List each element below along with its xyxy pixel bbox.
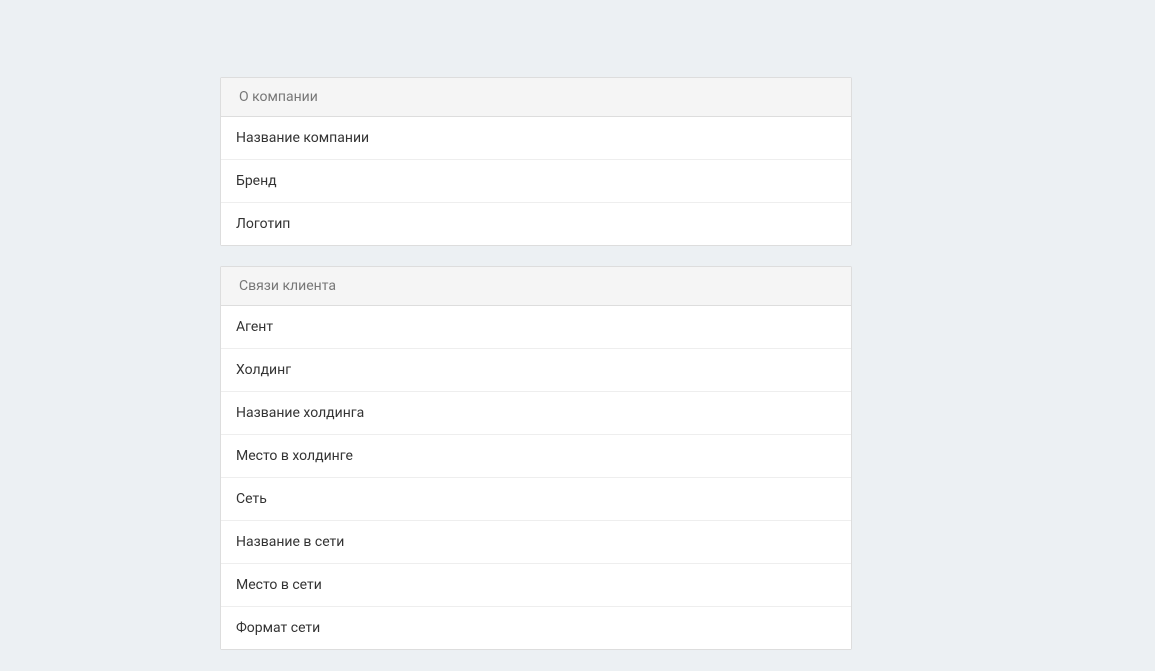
panel-body-about-company: Название компании Бренд Логотип (221, 117, 851, 245)
list-item[interactable]: Агент (221, 306, 851, 349)
main-container: О компании Название компании Бренд Логот… (220, 0, 852, 650)
list-item[interactable]: Сеть (221, 478, 851, 521)
list-item[interactable]: Формат сети (221, 607, 851, 649)
panel-header-client-links: Связи клиента (221, 267, 851, 306)
list-item[interactable]: Название компании (221, 117, 851, 160)
list-item[interactable]: Холдинг (221, 349, 851, 392)
list-item[interactable]: Место в сети (221, 564, 851, 607)
panel-header-about-company: О компании (221, 78, 851, 117)
panel-body-client-links: Агент Холдинг Название холдинга Место в … (221, 306, 851, 649)
list-item[interactable]: Место в холдинге (221, 435, 851, 478)
list-item[interactable]: Название в сети (221, 521, 851, 564)
list-item[interactable]: Бренд (221, 160, 851, 203)
list-item[interactable]: Название холдинга (221, 392, 851, 435)
panel-client-links: Связи клиента Агент Холдинг Название хол… (220, 266, 852, 650)
panel-about-company: О компании Название компании Бренд Логот… (220, 77, 852, 246)
list-item[interactable]: Логотип (221, 203, 851, 245)
